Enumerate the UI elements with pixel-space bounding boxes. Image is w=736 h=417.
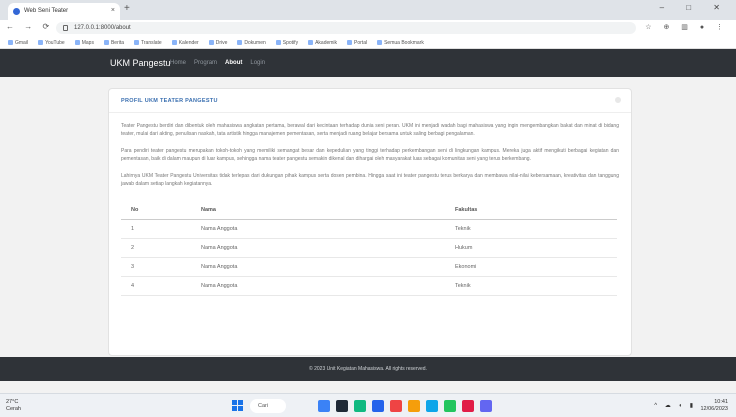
bookmark-item[interactable]: Akademik — [308, 40, 337, 46]
bookmark-item[interactable]: Gmail — [8, 40, 28, 46]
column-header-no: No — [121, 202, 191, 220]
lock-icon — [63, 25, 68, 31]
browser-tab-bar: Web Seni Teater × + – □ ✕ — [0, 0, 736, 20]
taskbar-search[interactable]: Cari — [250, 399, 286, 413]
navbar-brand[interactable]: UKM Pangestu — [110, 58, 171, 68]
taskbar-app-icon[interactable] — [408, 400, 420, 412]
browser-nav-buttons[interactable]: ← → ⟳ — [6, 22, 53, 31]
table-row: 1 Nama Anggota Teknik — [121, 219, 617, 239]
card-menu-icon — [615, 97, 621, 103]
tab-close-icon[interactable]: × — [111, 7, 115, 14]
table-row: 3 Nama Anggota Ekonomi — [121, 257, 617, 277]
bookmark-item[interactable]: Semua Bookmark — [377, 40, 424, 46]
page-footer: © 2023 Unit Kegiatan Mahasiswa. All righ… — [0, 357, 736, 381]
os-taskbar: 27°C Cerah Cari ^ ☁ ◖ ▮ 10:41 12/06/2023 — [0, 393, 736, 417]
cell-no: 3 — [121, 257, 191, 277]
column-header-nama: Nama — [191, 202, 445, 220]
cell-fakultas: Ekonomi — [445, 257, 617, 277]
app-navbar: UKM Pangestu Home Program About Login — [0, 49, 736, 77]
table-row: 2 Nama Anggota Hukum — [121, 238, 617, 258]
bookmark-item[interactable]: Portal — [347, 40, 367, 46]
profile-paragraph: Lahirnya UKM Teater Pangestu Universitas… — [121, 173, 619, 187]
cell-fakultas: Teknik — [445, 219, 617, 239]
cell-no: 4 — [121, 276, 191, 296]
table-header-row: No Nama Fakultas — [121, 202, 617, 220]
table-row: 4 Nama Anggota Teknik — [121, 276, 617, 296]
bookmark-item[interactable]: Spotify — [276, 40, 298, 46]
cell-nama: Nama Anggota — [191, 238, 445, 258]
profile-paragraph: Teater Pangestu berdiri dan dibentuk ole… — [121, 123, 619, 137]
cell-fakultas: Teknik — [445, 276, 617, 296]
bookmark-item[interactable]: YouTube — [38, 40, 65, 46]
browser-tab[interactable]: Web Seni Teater × — [8, 3, 120, 20]
profile-paragraph: Para pendiri teater pangestu merupakan t… — [121, 148, 619, 162]
weather-widget[interactable]: 27°C Cerah — [6, 399, 21, 413]
tab-title: Web Seni Teater — [24, 8, 69, 14]
card-title: PROFIL UKM TEATER PANGESTU — [121, 98, 218, 104]
cell-nama: Nama Anggota — [191, 276, 445, 296]
bookmark-item[interactable]: Kalender — [172, 40, 199, 46]
nav-link-home[interactable]: Home — [170, 60, 186, 66]
taskbar-app-icon[interactable] — [336, 400, 348, 412]
cell-no: 1 — [121, 219, 191, 239]
window-controls[interactable]: – □ ✕ — [660, 3, 730, 12]
cell-fakultas: Hukum — [445, 238, 617, 258]
weather-desc: Cerah — [6, 406, 21, 412]
taskbar-clock[interactable]: 10:41 12/06/2023 — [700, 399, 728, 413]
nav-link-login[interactable]: Login — [250, 60, 265, 66]
browser-toolbar-icons[interactable]: ☆ ⊕ ▥ ● ⋮ — [645, 23, 728, 31]
bookmarks-bar: Gmail YouTube Maps Berita Translate Kalender D… — [0, 36, 736, 49]
new-tab-button[interactable]: + — [124, 3, 130, 14]
taskbar-app-icon[interactable] — [354, 400, 366, 412]
taskbar-app-icon[interactable] — [462, 400, 474, 412]
footer-copyright: © 2023 Unit Kegiatan Mahasiswa. All righ… — [309, 366, 427, 372]
weather-temp: 27°C — [6, 399, 19, 405]
taskbar-app-icon[interactable] — [426, 400, 438, 412]
taskbar-app-icon[interactable] — [480, 400, 492, 412]
clock-time: 10:41 — [714, 399, 728, 405]
bookmark-item[interactable]: Maps — [75, 40, 94, 46]
cell-nama: Nama Anggota — [191, 257, 445, 277]
bookmark-item[interactable]: Drive — [209, 40, 228, 46]
nav-link-about[interactable]: About — [225, 60, 242, 66]
windows-start-icon[interactable] — [232, 400, 243, 411]
profile-card: PROFIL UKM TEATER PANGESTU Teater Panges… — [108, 88, 632, 356]
system-tray-icons[interactable]: ^ ☁ ◖ ▮ — [654, 402, 696, 409]
clock-date: 12/06/2023 — [700, 406, 728, 412]
bookmark-item[interactable]: Translate — [134, 40, 162, 46]
bookmark-item[interactable]: Dokumen — [237, 40, 265, 46]
taskbar-app-icon[interactable] — [318, 400, 330, 412]
url-text: 127.0.0.1:8000/about — [74, 25, 131, 31]
navbar-links: Home Program About Login — [170, 60, 273, 66]
column-header-fakultas: Fakultas — [445, 202, 617, 220]
taskbar-app-icon[interactable] — [444, 400, 456, 412]
cell-nama: Nama Anggota — [191, 219, 445, 239]
url-input[interactable]: 127.0.0.1:8000/about — [56, 22, 636, 34]
card-header: PROFIL UKM TEATER PANGESTU — [109, 89, 631, 113]
nav-link-program[interactable]: Program — [194, 60, 217, 66]
taskbar-search-label: Cari — [258, 403, 269, 409]
address-bar-row: ← → ⟳ 127.0.0.1:8000/about ☆ ⊕ ▥ ● ⋮ — [0, 20, 736, 36]
taskbar-app-icon[interactable] — [372, 400, 384, 412]
members-table: No Nama Fakultas 1 Nama Anggota Teknik 2… — [121, 202, 617, 296]
taskbar-app-icon[interactable] — [390, 400, 402, 412]
tab-favicon-icon — [13, 8, 20, 15]
bookmark-item[interactable]: Berita — [104, 40, 124, 46]
cell-no: 2 — [121, 238, 191, 258]
